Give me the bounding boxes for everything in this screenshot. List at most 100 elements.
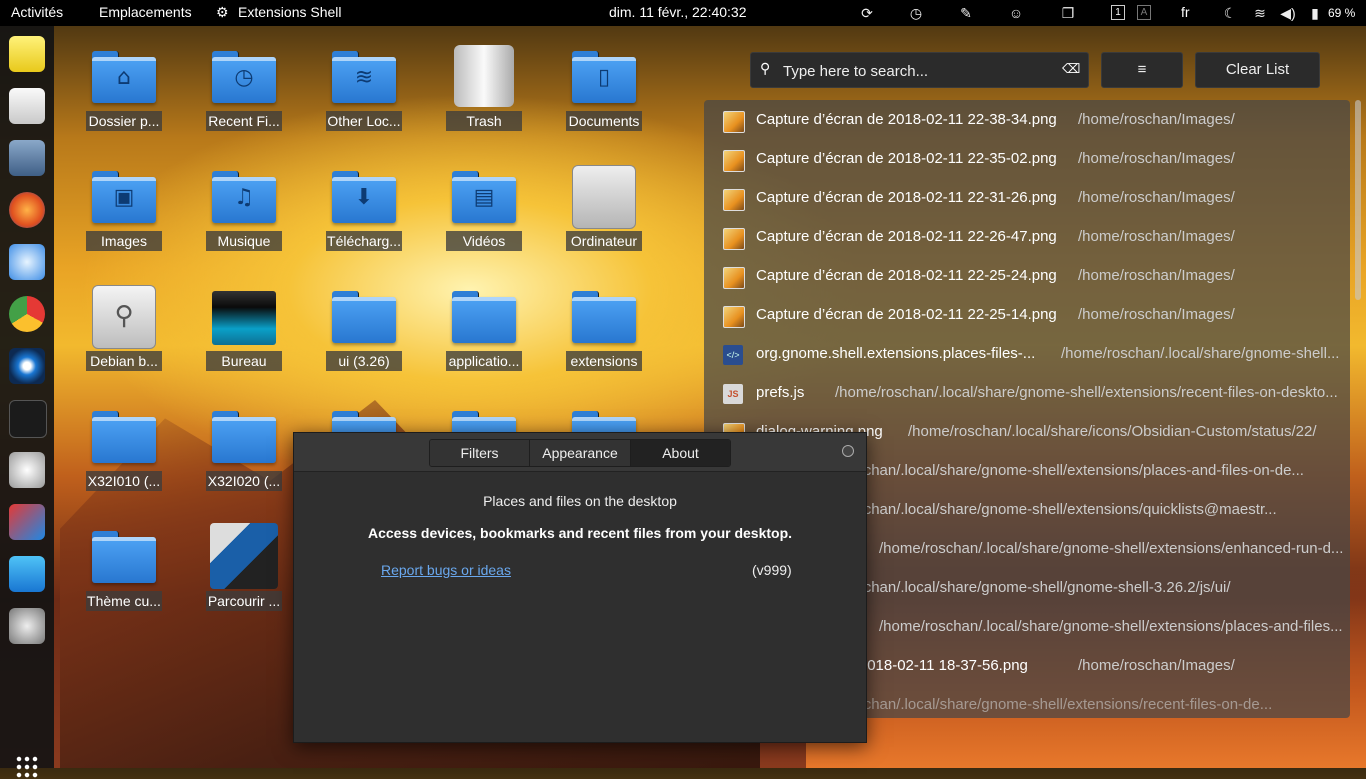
desktop-icon-music[interactable]: ♫ Musique	[204, 163, 284, 273]
desktop-icon-videos[interactable]: ▤ Vidéos	[444, 163, 524, 273]
search-box[interactable]: ⚲ ⌫	[750, 52, 1089, 88]
desktop-icon-x32i020[interactable]: X32I020 (...	[204, 403, 284, 513]
file-path: /home/roschan/.local/share/gnome-shell/e…	[797, 501, 1277, 518]
show-applications-icon[interactable]	[15, 755, 39, 779]
desktop-icon-documents[interactable]: ▯ Documents	[564, 43, 644, 153]
desktop-icon-browse-network[interactable]: Parcourir ...	[204, 523, 284, 633]
clear-list-button[interactable]: Clear List	[1195, 52, 1320, 88]
desktop-icon-label: Ordinateur	[566, 231, 642, 251]
desktop-icon-downloads[interactable]: ⬇ Télécharg...	[324, 163, 404, 273]
recent-file-row[interactable]: Capture d’écran de 2018-02-11 22-25-14.p…	[704, 296, 1350, 335]
recent-file-row[interactable]: </> org.gnome.shell.extensions.places-fi…	[704, 335, 1350, 374]
desktop-icon-computer[interactable]: Ordinateur	[564, 163, 644, 273]
desktop-icon-label: Bureau	[206, 351, 282, 371]
recent-file-row[interactable]: Capture d’écran de 2018-02-11 22-31-26.p…	[704, 179, 1350, 218]
settings-icon[interactable]	[9, 608, 45, 644]
desktop-icon-bureau[interactable]: Bureau	[204, 283, 284, 393]
close-icon[interactable]	[842, 445, 854, 457]
workspace-1[interactable]: 1	[1111, 5, 1125, 20]
mosaic-app-icon[interactable]	[9, 504, 45, 540]
recent-file-row[interactable]: Capture d’écran de 2018-02-11 22-26-47.p…	[704, 218, 1350, 257]
file-name: org.gnome.shell.extensions.places-files-…	[756, 345, 1036, 362]
history-icon[interactable]: ◷	[906, 3, 926, 23]
code-file-icon: </>	[723, 345, 743, 365]
desktop-icon-other-locations[interactable]: ≋ Other Loc...	[324, 43, 404, 153]
clear-search-icon[interactable]: ⌫	[1062, 61, 1080, 79]
terminal-icon[interactable]	[9, 400, 47, 438]
folder-icon	[92, 411, 156, 463]
image-file-icon	[723, 306, 745, 328]
recent-file-row[interactable]: Capture d’écran de 2018-02-11 22-38-34.p…	[704, 101, 1350, 140]
search-input[interactable]	[781, 59, 1055, 83]
dialog-tabs: Filters Appearance About	[429, 439, 731, 467]
battery-percentage[interactable]: 69 %	[1328, 6, 1355, 20]
file-path: /home/roschan/Images/	[1078, 189, 1235, 206]
folder-icon	[212, 411, 276, 463]
desktop-icon-label: Images	[86, 231, 162, 251]
file-name: Capture d’écran de 2018-02-11 22-38-34.p…	[756, 111, 1057, 128]
tasks-app-icon[interactable]	[9, 88, 45, 124]
desktop-icon-ui[interactable]: ui (3.26)	[324, 283, 404, 393]
extension-preferences-dialog: Filters Appearance About Places and file…	[293, 432, 867, 743]
desktop-icon-label: X32I020 (...	[206, 471, 282, 491]
recent-file-row[interactable]: Capture d’écran de 2018-02-11 22-35-02.p…	[704, 140, 1350, 179]
pencil-icon[interactable]: ✎	[956, 3, 976, 23]
file-path: /home/roschan/.local/share/gnome-shell/e…	[797, 696, 1273, 713]
report-bugs-link[interactable]: Report bugs or ideas	[381, 562, 511, 578]
js-file-icon: JS	[723, 384, 743, 404]
app-menu-icon[interactable]: ⚙	[216, 4, 229, 21]
app-menu[interactable]: Extensions Shell	[238, 4, 342, 20]
menu-button[interactable]: ≡	[1101, 52, 1183, 88]
file-path: /home/roschan/Images/	[1078, 150, 1235, 167]
safari-icon[interactable]	[9, 244, 45, 280]
chrome-icon[interactable]	[9, 296, 45, 332]
desktop-icon-theme[interactable]: Thème cu...	[84, 523, 164, 633]
desktop-icon-label: Recent Fi...	[206, 111, 282, 131]
dialog-header: Filters Appearance About	[294, 433, 866, 472]
file-path: /home/roschan/.local/share/gnome-shell/e…	[879, 618, 1343, 635]
places-menu[interactable]: Emplacements	[99, 4, 192, 20]
folder-icon: ▣	[92, 171, 156, 223]
file-path: /home/roschan/.local/share/gnome-shell..…	[1061, 345, 1340, 362]
desktop-folder-icon	[212, 291, 276, 345]
dash-to-dock	[0, 26, 54, 779]
desktop-icon-images[interactable]: ▣ Images	[84, 163, 164, 273]
network-computers-icon	[210, 523, 278, 589]
folder-icon: ♫	[212, 171, 276, 223]
keyboard-layout[interactable]: fr	[1181, 4, 1190, 20]
workspace-2[interactable]: A	[1137, 5, 1151, 20]
notes-app-icon[interactable]	[9, 36, 45, 72]
activities-button[interactable]: Activités	[11, 4, 63, 20]
recent-list-scrollbar[interactable]	[1355, 100, 1361, 300]
tweaks-icon[interactable]	[9, 452, 45, 488]
recent-file-row[interactable]: JS prefs.js /home/roschan/.local/share/g…	[704, 374, 1350, 413]
folder-icon	[92, 531, 156, 583]
desktop-icon-x32i010[interactable]: X32I010 (...	[84, 403, 164, 513]
clipboard-icon[interactable]: ❐	[1058, 3, 1078, 23]
tab-appearance[interactable]: Appearance	[530, 440, 631, 466]
desktop-icon-trash[interactable]: Trash	[444, 43, 524, 153]
star-app-icon[interactable]	[9, 556, 45, 592]
recent-file-row[interactable]: Capture d’écran de 2018-02-11 22-25-24.p…	[704, 257, 1350, 296]
firefox-icon[interactable]	[9, 192, 45, 228]
clock[interactable]: dim. 11 févr., 22:40:32	[609, 4, 747, 20]
robot-icon[interactable]: ☺	[1006, 3, 1026, 23]
folder-icon	[572, 291, 636, 343]
refresh-icon[interactable]: ⟳	[857, 3, 877, 23]
desktop-icon-label: Parcourir ...	[206, 591, 282, 611]
image-file-icon	[723, 228, 745, 250]
volume-icon[interactable]: ◀)	[1278, 3, 1298, 23]
tab-about[interactable]: About	[631, 440, 730, 466]
file-path: /home/roschan/.local/share/icons/Obsidia…	[908, 423, 1317, 440]
files-app-icon[interactable]	[9, 140, 45, 176]
desktop-icon-extensions[interactable]: extensions	[564, 283, 644, 393]
tab-filters[interactable]: Filters	[430, 440, 530, 466]
image-file-icon	[723, 189, 745, 211]
battery-icon[interactable]: ▮	[1305, 3, 1325, 23]
wifi-icon[interactable]: ≋	[1250, 3, 1270, 23]
desktop-icon-applications[interactable]: applicatio...	[444, 283, 524, 393]
compass-app-icon[interactable]	[9, 348, 45, 384]
desktop-icon-debian[interactable]: ⚲ Debian b...	[84, 283, 164, 393]
desktop-icon-home[interactable]: ⌂ Dossier p...	[84, 43, 164, 153]
desktop-icon-recent[interactable]: ◷ Recent Fi...	[204, 43, 284, 153]
